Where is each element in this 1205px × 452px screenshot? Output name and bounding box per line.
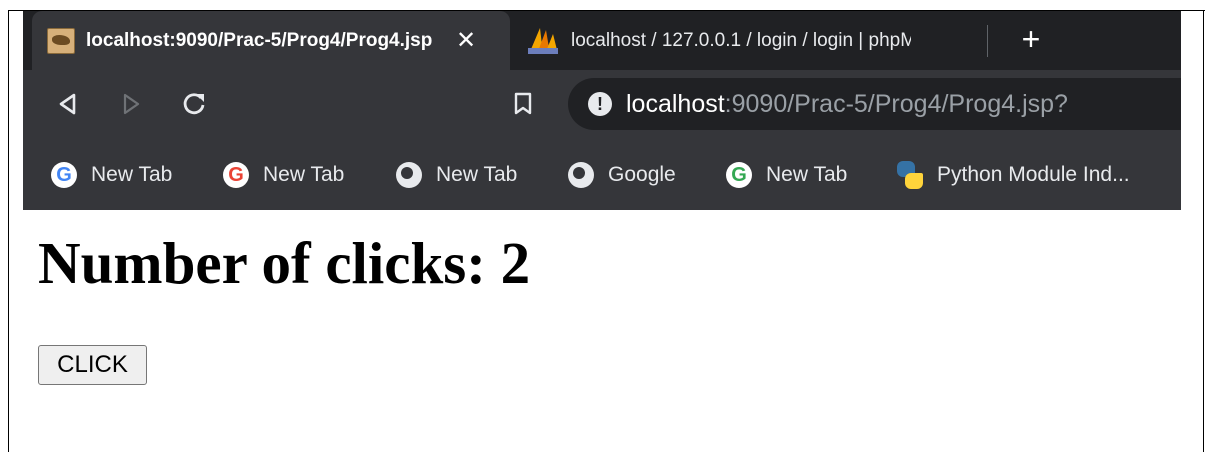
google-icon: G [726, 162, 752, 188]
bookmarks-bar: G New Tab G New Tab New Tab Google G New… [23, 138, 1181, 210]
bookmark-item-python[interactable]: Python Module Ind... [897, 160, 1130, 190]
bookmark-item-new-tab-2[interactable]: G New Tab [223, 160, 344, 190]
forward-icon [123, 93, 140, 115]
tab-prog4[interactable]: localhost:9090/Prac-5/Prog4/Prog4.jsp ✕ [32, 11, 510, 70]
bookmark-label: New Tab [91, 163, 173, 186]
bookmark-item-new-tab-3[interactable]: New Tab [396, 160, 517, 190]
frame-left-line [8, 10, 9, 452]
tomcat-icon [47, 27, 75, 54]
reload-icon [183, 93, 205, 115]
url-path: :9090/Prac-5/Prog4/Prog4.jsp? [724, 89, 1068, 118]
forward-button [114, 87, 148, 121]
tab-title: localhost / 127.0.0.1 / login / login | … [571, 29, 911, 51]
google-icon: G [223, 162, 249, 188]
tab-separator [987, 25, 988, 57]
tab-strip: localhost:9090/Prac-5/Prog4/Prog4.jsp ✕ … [23, 11, 1181, 70]
click-button[interactable]: CLICK [38, 345, 147, 385]
reload-button[interactable] [177, 87, 211, 121]
tab-title: localhost:9090/Prac-5/Prog4/Prog4.jsp [86, 29, 433, 51]
bookmark-icon [514, 92, 532, 115]
google-icon: G [51, 162, 77, 188]
close-icon[interactable]: ✕ [456, 26, 476, 55]
url-host: localhost [626, 89, 725, 118]
bookmark-label: Python Module Ind... [937, 163, 1130, 186]
frame-right-line [1203, 10, 1204, 452]
python-icon [897, 161, 923, 189]
bookmark-item-google[interactable]: Google [568, 160, 676, 190]
click-count-heading: Number of clicks: 2 [38, 230, 531, 296]
globe-icon [396, 162, 422, 188]
bookmark-item-new-tab-4[interactable]: G New Tab [726, 160, 847, 190]
info-icon[interactable]: ! [588, 92, 612, 116]
globe-icon [568, 162, 594, 188]
tab-phpmyadmin[interactable]: localhost / 127.0.0.1 / login / login | … [521, 11, 987, 70]
bookmark-label: New Tab [436, 163, 518, 186]
address-bar[interactable]: ! localhost:9090/Prac-5/Prog4/Prog4.jsp? [568, 78, 1181, 130]
page-content: Number of clicks: 2 CLICK [23, 210, 1181, 452]
bookmark-item-new-tab-1[interactable]: G New Tab [51, 160, 172, 190]
bookmark-label: New Tab [263, 163, 345, 186]
phpmyadmin-icon [528, 27, 558, 54]
new-tab-button[interactable]: + [1016, 23, 1046, 55]
toolbar: ! localhost:9090/Prac-5/Prog4/Prog4.jsp? [23, 70, 1181, 138]
bookmark-button[interactable] [506, 87, 540, 121]
bookmark-label: Google [608, 163, 676, 186]
url-text[interactable]: localhost:9090/Prac-5/Prog4/Prog4.jsp? [626, 90, 1068, 119]
back-button[interactable] [51, 87, 85, 121]
back-icon [59, 93, 76, 115]
bookmark-label: New Tab [766, 163, 848, 186]
browser-window: localhost:9090/Prac-5/Prog4/Prog4.jsp ✕ … [23, 11, 1181, 452]
